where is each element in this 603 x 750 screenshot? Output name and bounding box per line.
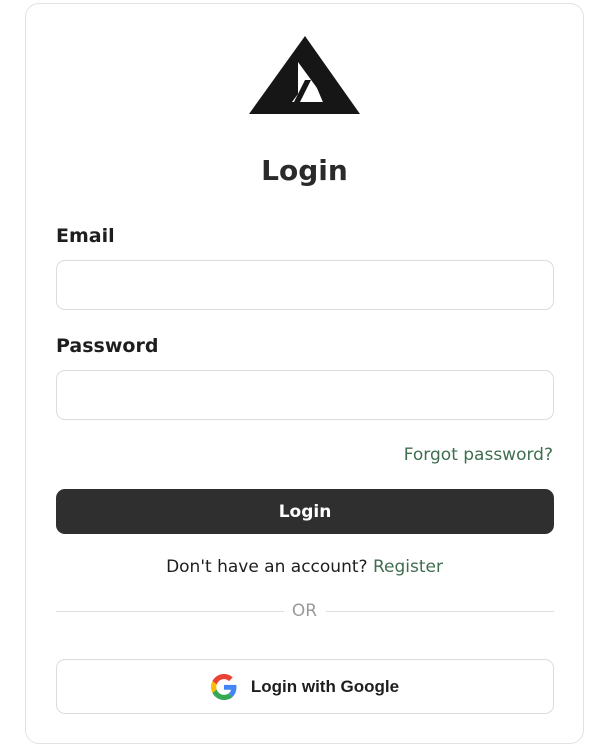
- password-input[interactable]: [56, 370, 554, 420]
- register-prompt: Don't have an account? Register: [26, 557, 583, 577]
- login-button[interactable]: Login: [56, 489, 554, 534]
- google-login-button[interactable]: Login with Google: [56, 659, 554, 714]
- google-login-label: Login with Google: [250, 676, 400, 696]
- divider-line-right: [326, 611, 554, 612]
- brand-logo-icon: [249, 36, 360, 114]
- email-input[interactable]: [56, 260, 554, 310]
- email-label: Email: [56, 225, 115, 247]
- register-prompt-text: Don't have an account?: [166, 557, 368, 577]
- page-title: Login: [261, 154, 348, 187]
- register-link[interactable]: Register: [373, 557, 443, 577]
- password-label: Password: [56, 335, 159, 357]
- login-card: Login Email Password Forgot password? Lo…: [25, 3, 584, 744]
- forgot-password-link[interactable]: Forgot password?: [404, 445, 553, 465]
- google-g-icon: [210, 673, 237, 700]
